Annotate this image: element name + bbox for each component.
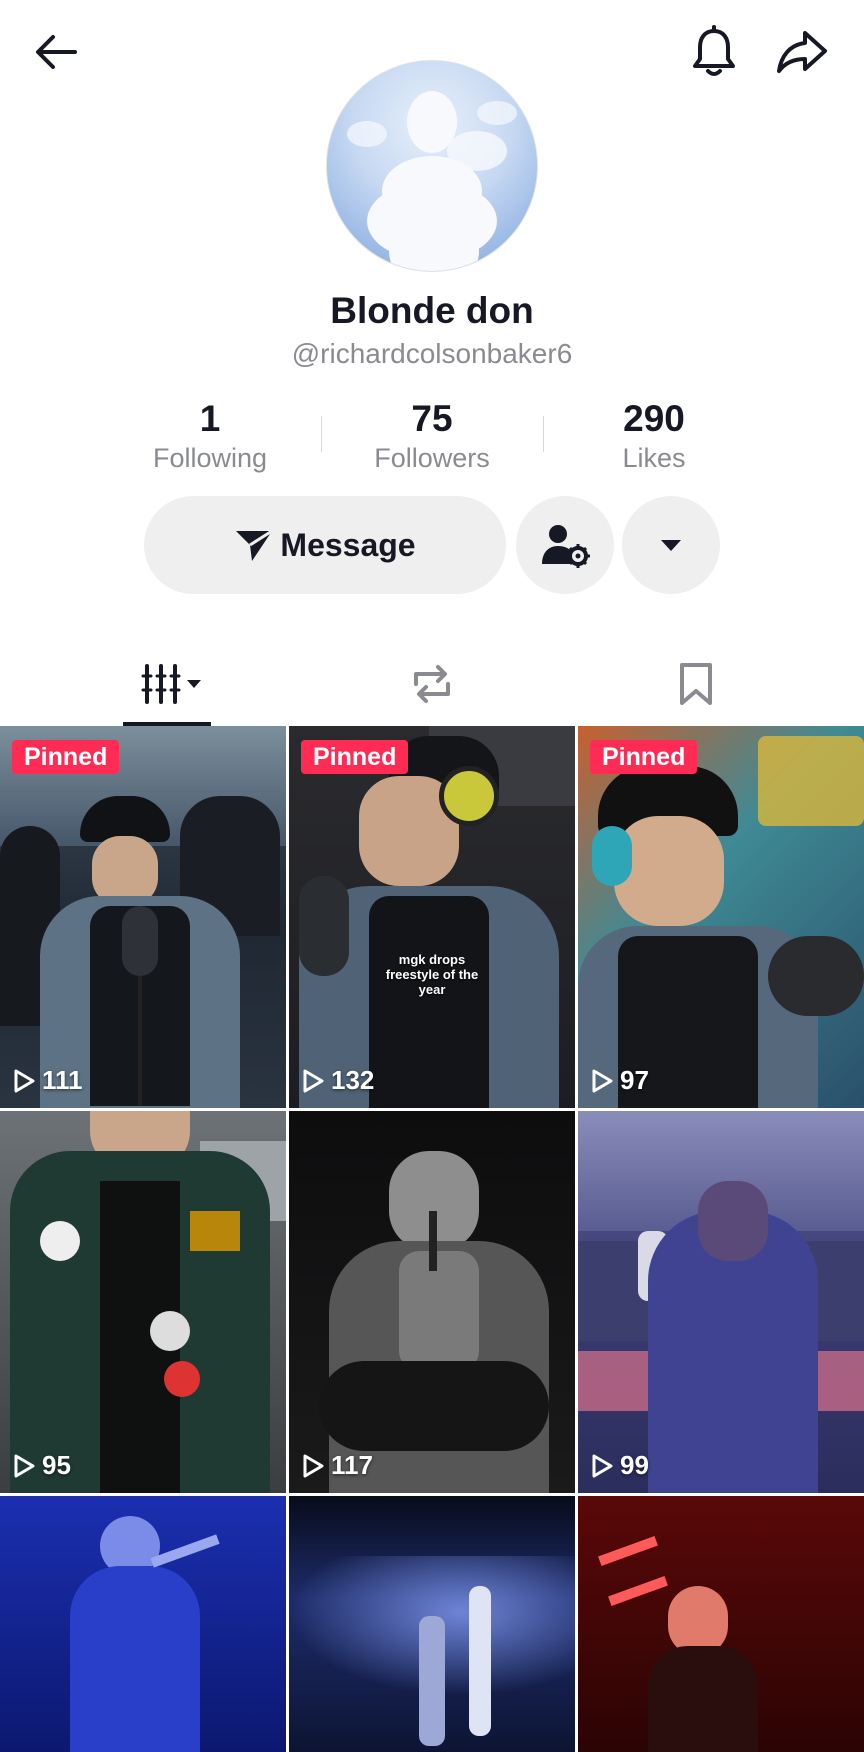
view-count-value: 97 [620,1065,649,1095]
message-button[interactable]: Message [144,496,506,594]
stat-divider [543,416,544,452]
view-count-value: 95 [42,1450,71,1480]
profile-stats: 1 Following 75 Followers 290 Likes [0,398,864,478]
user-gear-icon [542,525,590,568]
view-count: 99 [590,1450,649,1481]
caret-down-icon [661,540,681,551]
following-label: Following [152,443,268,473]
tab-videos[interactable] [123,644,223,724]
profile-actions: Message [0,496,864,596]
play-outline-icon [14,1454,35,1477]
play-outline-icon [303,1069,324,1092]
pinned-badge: Pinned [590,740,698,774]
send-icon [236,529,274,561]
bookmark-icon [680,663,712,705]
likes-label: Likes [622,443,686,473]
video-thumbnail[interactable]: Pinned 97 [578,726,864,1108]
back-button[interactable] [24,20,88,84]
view-count-value: 117 [331,1450,373,1480]
play-outline-icon [592,1454,613,1477]
view-count-value: 99 [620,1450,649,1480]
repost-icon [414,665,450,703]
view-count: 117 [301,1450,373,1481]
following-count: 1 [199,398,221,439]
tab-reposts[interactable] [392,644,472,724]
grid-icon [141,664,201,704]
view-count: 111 [12,1065,83,1096]
view-count-value: 132 [331,1065,375,1095]
view-count: 132 [301,1065,374,1096]
content-tabs [0,644,864,728]
username-handle: @richardcolsonbaker6 [291,338,573,369]
followers-count: 75 [411,398,453,439]
video-thumbnail[interactable]: 95 [0,1111,286,1493]
video-thumbnail[interactable]: 99 [578,1111,864,1493]
likes-count: 290 [623,398,685,439]
profile-screen: Blonde don @richardcolsonbaker6 1 Follow… [0,0,864,1752]
bell-icon [693,25,735,76]
pinned-badge: Pinned [12,740,120,774]
stat-followers[interactable]: 75 Followers [332,398,532,476]
arrow-left-icon [36,35,77,69]
view-count-value: 111 [42,1065,83,1095]
video-thumbnail[interactable]: Pinned 111 [0,726,286,1108]
video-thumbnail[interactable] [289,1496,575,1752]
play-outline-icon [303,1454,324,1477]
video-thumbnail[interactable]: mgk drops freestyle of the year Pinned 1… [289,726,575,1108]
message-button-label: Message [280,526,416,563]
followers-label: Followers [374,443,490,473]
avatar[interactable] [326,60,538,272]
pinned-badge: Pinned [301,740,409,774]
more-options-button[interactable] [622,496,720,594]
stat-divider [321,416,322,452]
display-name: Blonde don [330,290,534,331]
video-thumbnail[interactable]: 117 [289,1111,575,1493]
play-outline-icon [592,1069,613,1092]
video-caption: mgk drops freestyle of the year [385,952,479,997]
friend-settings-button[interactable] [516,496,614,594]
play-outline-icon [14,1069,35,1092]
stat-likes[interactable]: 290 Likes [554,398,754,476]
share-icon [777,31,827,73]
notifications-button[interactable] [682,20,746,84]
tab-saved[interactable] [656,644,736,724]
share-profile-button[interactable] [770,20,834,84]
view-count: 97 [590,1065,649,1096]
video-thumbnail[interactable] [0,1496,286,1752]
video-thumbnail[interactable] [578,1496,864,1752]
stat-following[interactable]: 1 Following [110,398,310,476]
view-count: 95 [12,1450,71,1481]
